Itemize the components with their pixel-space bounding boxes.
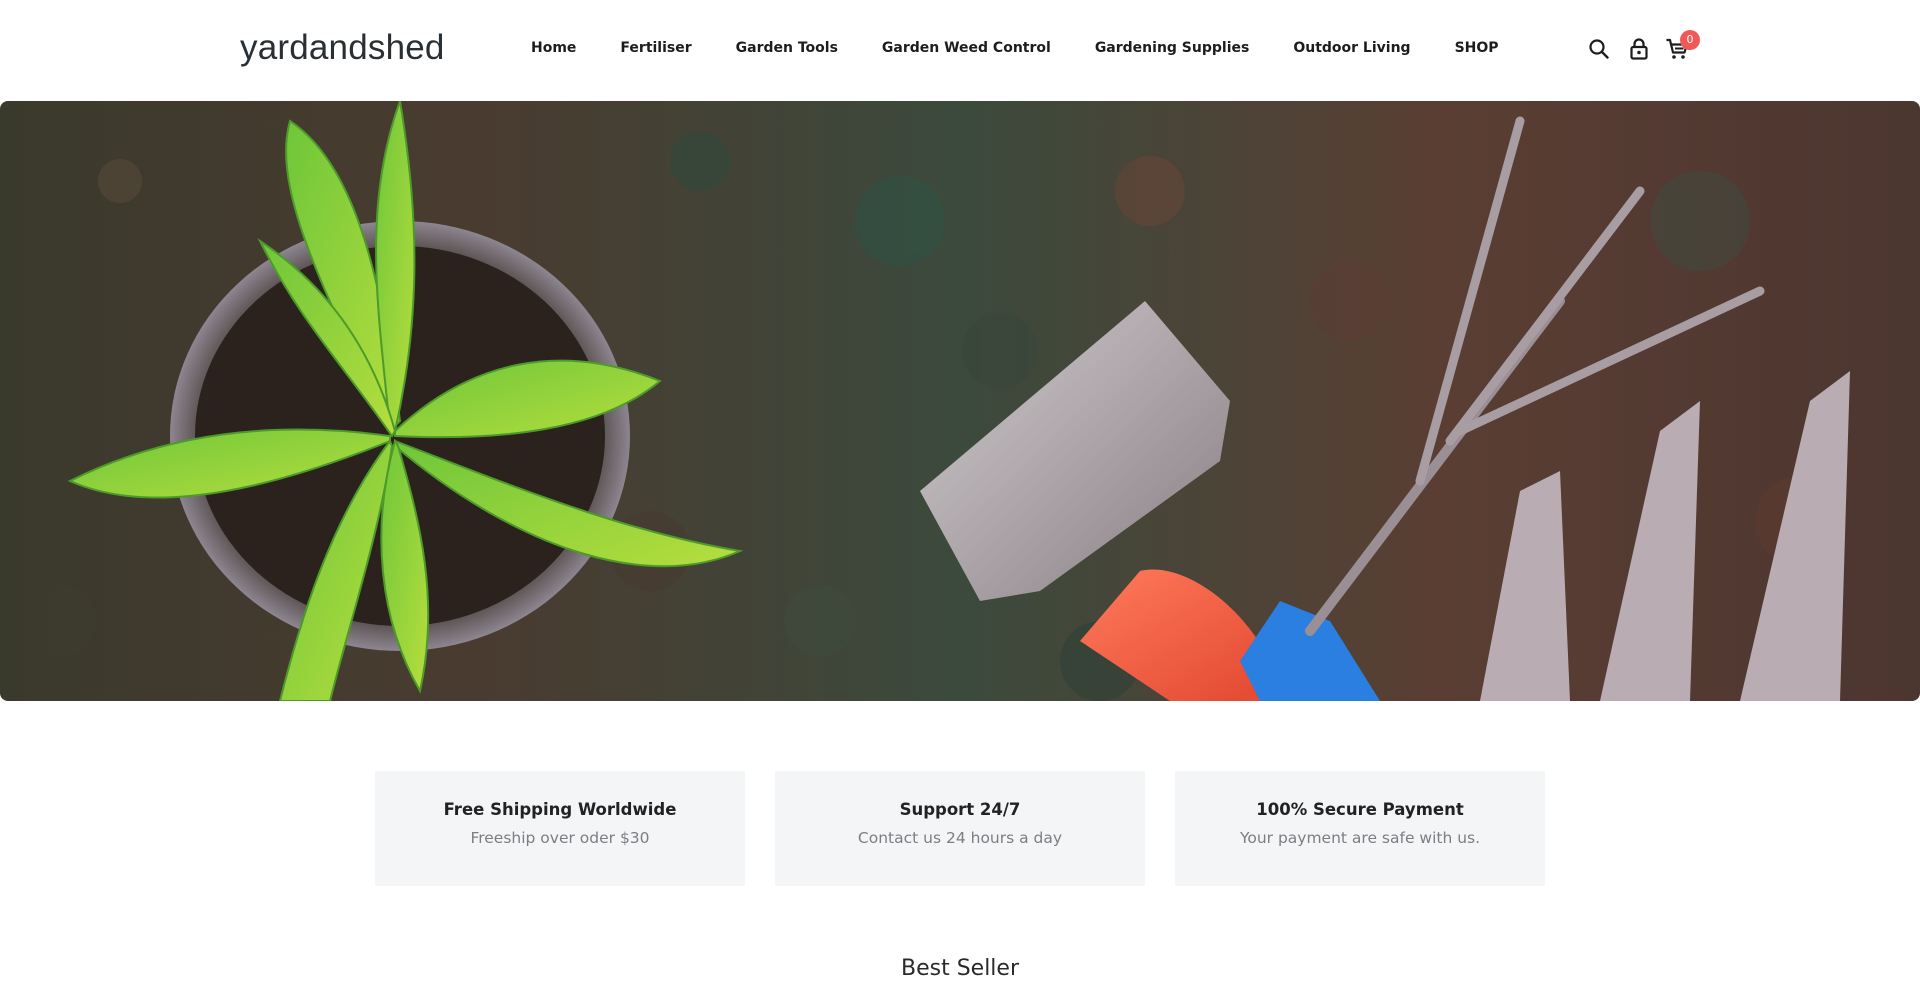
- nav-item-garden-tools[interactable]: Garden Tools: [736, 40, 838, 56]
- feature-title: Free Shipping Worldwide: [443, 800, 677, 819]
- lock-icon[interactable]: [1626, 36, 1652, 62]
- nav-item-gardening-supplies[interactable]: Gardening Supplies: [1095, 40, 1250, 56]
- nav-item-fertiliser[interactable]: Fertiliser: [620, 40, 691, 56]
- nav-item-garden-weed-control[interactable]: Garden Weed Control: [882, 40, 1051, 56]
- nav-item-outdoor-living[interactable]: Outdoor Living: [1293, 40, 1410, 56]
- feature-support: Support 24/7 Contact us 24 hours a day: [775, 771, 1145, 886]
- hero-image: [0, 101, 1920, 701]
- best-seller-heading: Best Seller: [900, 956, 1019, 981]
- site-logo[interactable]: yardandshed: [240, 28, 445, 68]
- site-header: yardandshed Home Fertiliser Garden Tools…: [0, 0, 1920, 100]
- feature-free-shipping: Free Shipping Worldwide Freeship over od…: [375, 771, 745, 886]
- nav-item-home[interactable]: Home: [531, 40, 576, 56]
- nav-item-shop[interactable]: SHOP: [1455, 40, 1499, 56]
- feature-subtitle: Your payment are safe with us.: [1239, 829, 1481, 847]
- hero-banner[interactable]: [0, 101, 1920, 701]
- feature-boxes: Free Shipping Worldwide Freeship over od…: [375, 771, 1545, 886]
- cart-count-badge: 0: [1680, 30, 1700, 50]
- feature-title: Support 24/7: [899, 800, 1021, 819]
- feature-subtitle: Contact us 24 hours a day: [857, 829, 1063, 847]
- feature-subtitle: Freeship over oder $30: [470, 829, 650, 847]
- main-nav: Home Fertiliser Garden Tools Garden Weed…: [531, 40, 1499, 56]
- search-icon[interactable]: [1586, 36, 1612, 62]
- feature-title: 100% Secure Payment: [1256, 800, 1464, 819]
- feature-secure-payment: 100% Secure Payment Your payment are saf…: [1175, 771, 1545, 886]
